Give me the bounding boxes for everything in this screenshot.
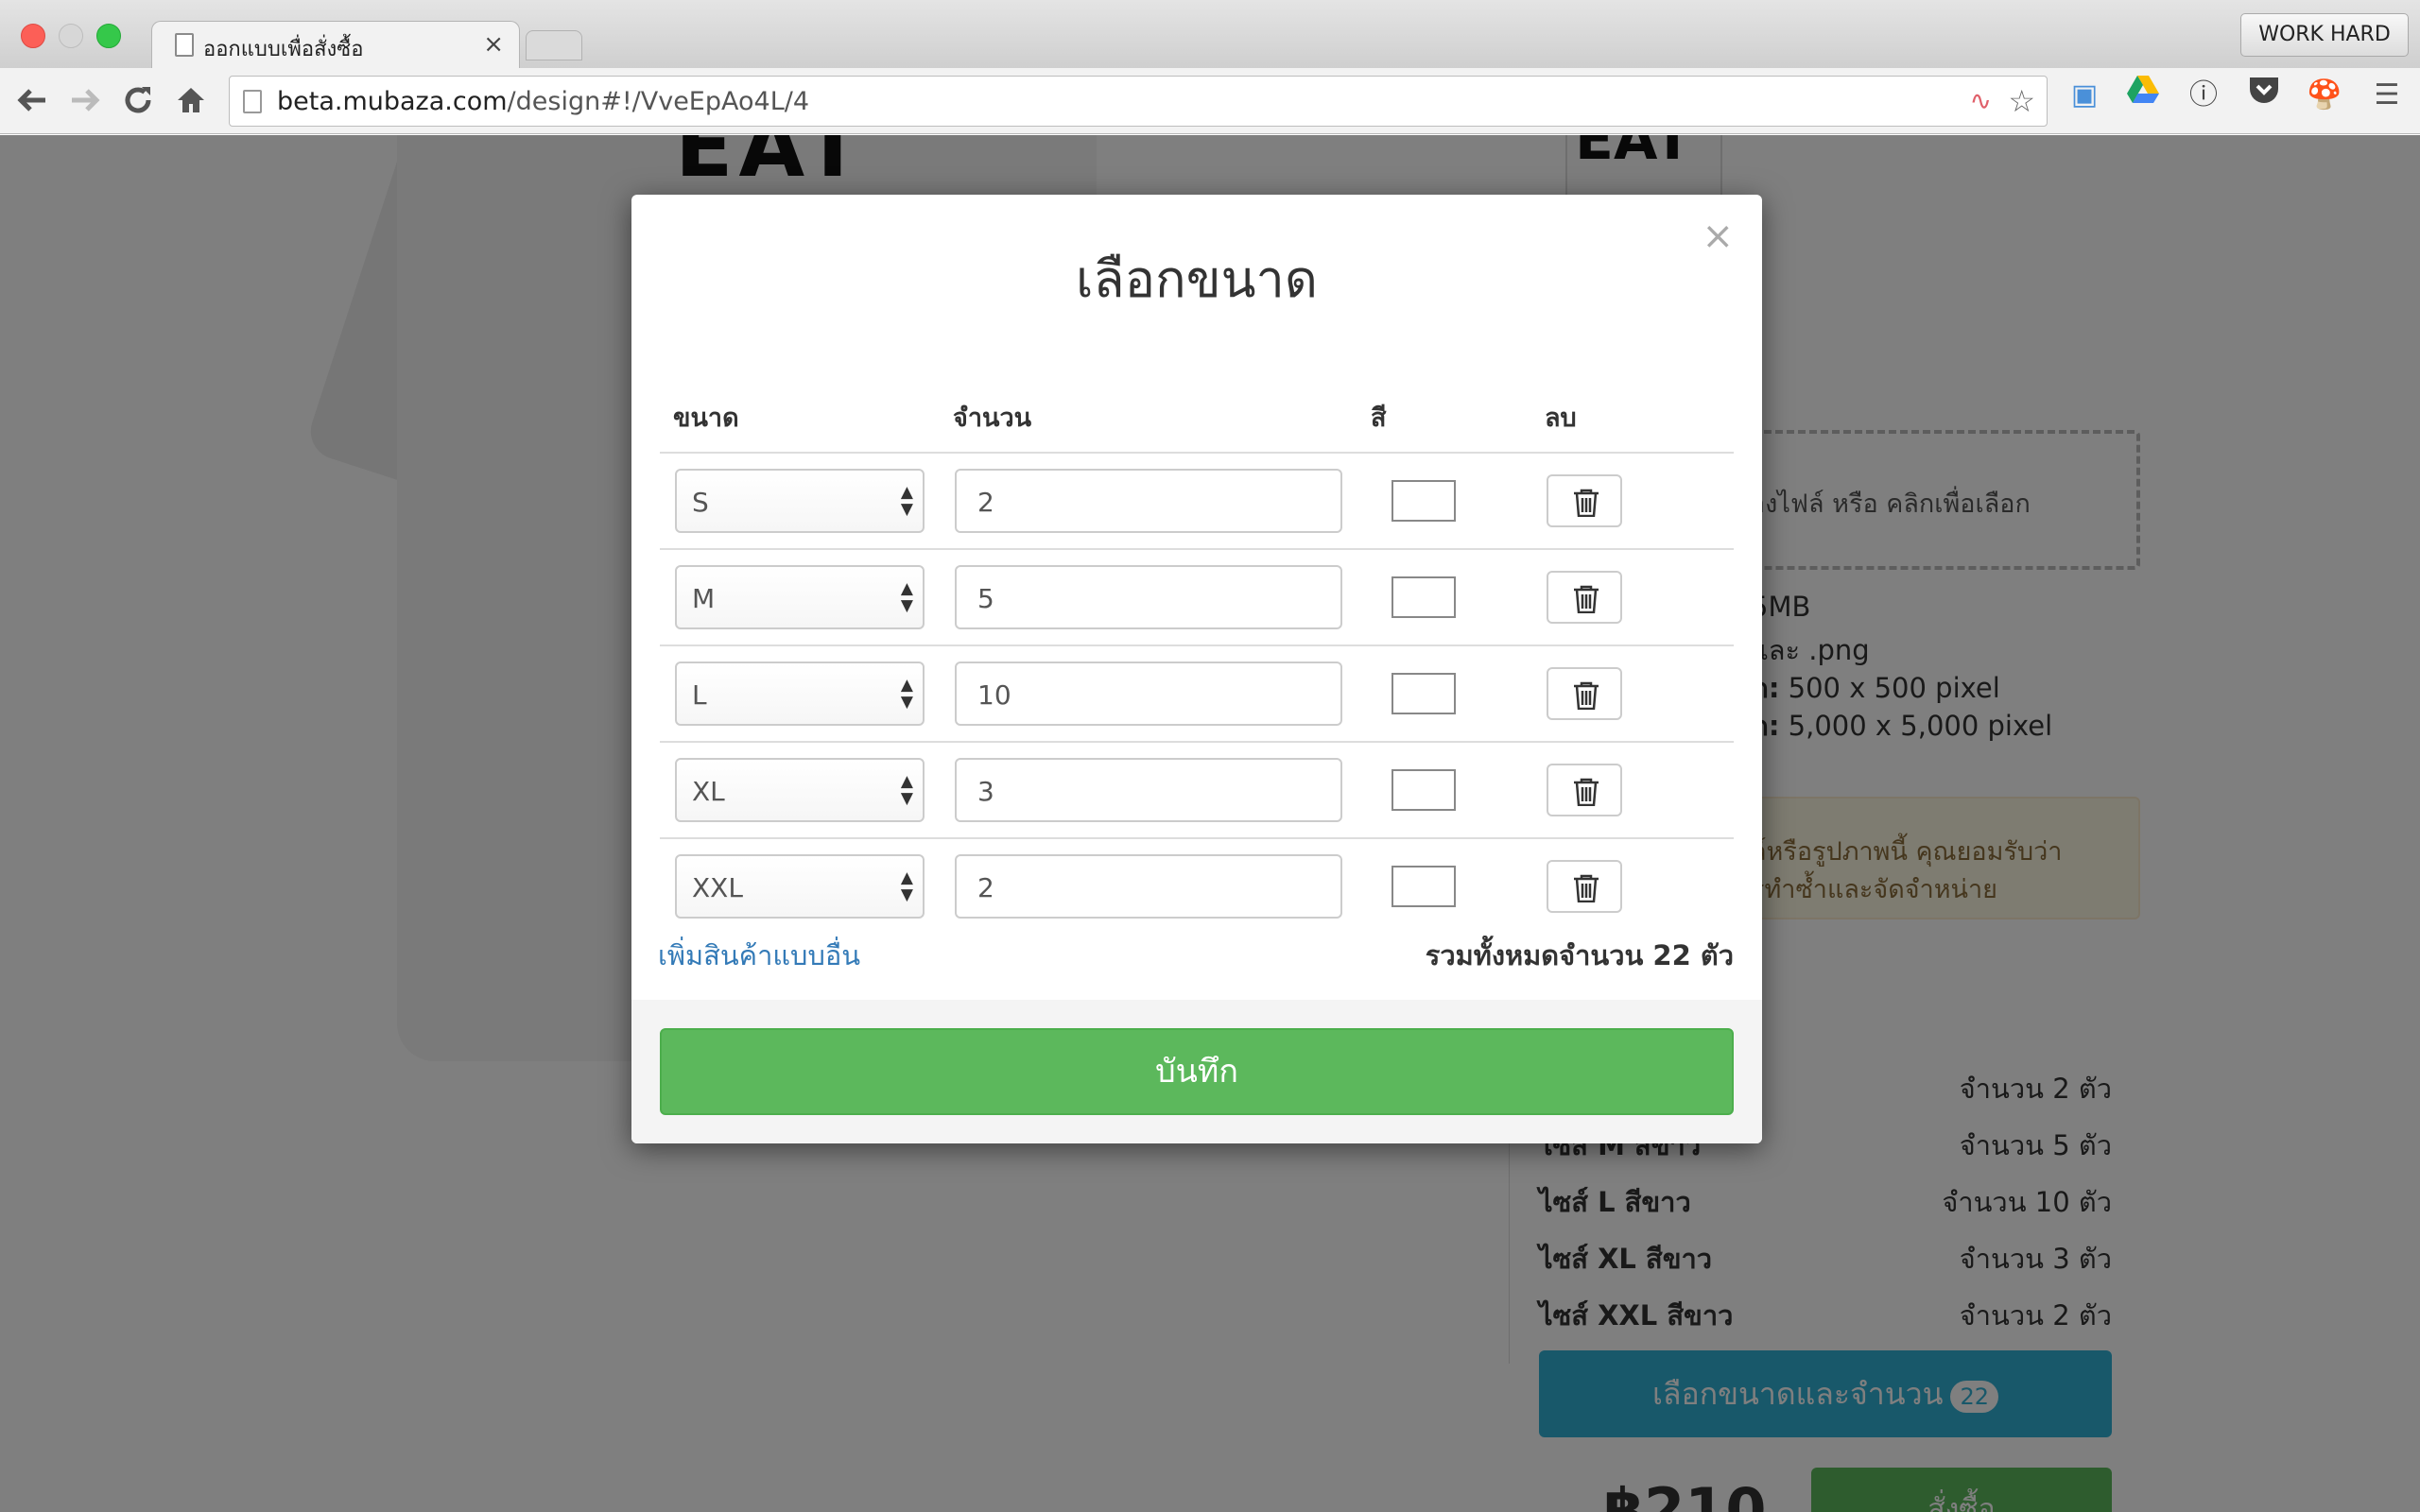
size-modal: เลือกขนาด × ขนาด จำนวน สี ลบ S ▲ ▼ 2 M ▲ ▼… [631, 195, 1762, 1143]
size-value: XXL [692, 872, 743, 903]
extension-icon[interactable]: ∿ [1970, 86, 1992, 116]
delete-button[interactable] [1547, 474, 1622, 527]
home-icon[interactable] [172, 81, 210, 119]
profile-button[interactable]: WORK HARD [2240, 13, 2409, 57]
quantity-input[interactable]: 2 [955, 854, 1342, 919]
page-icon [175, 33, 194, 57]
info-extension-icon[interactable]: ⓘ [2184, 76, 2223, 115]
quantity-value: 10 [977, 679, 1011, 711]
size-select[interactable]: XL ▲ ▼ [675, 758, 925, 822]
drive-icon[interactable] [2123, 76, 2163, 115]
table-row: L ▲ ▼ 10 [660, 644, 1734, 741]
quantity-value: 5 [977, 583, 994, 614]
window-minimize-button[interactable] [59, 24, 83, 48]
chevron-updown-icon: ▲ ▼ [900, 676, 913, 712]
table-row: XXL ▲ ▼ 2 [660, 837, 1734, 934]
trash-icon [1574, 778, 1599, 806]
color-swatch[interactable] [1392, 480, 1456, 522]
new-tab-button[interactable] [526, 30, 582, 60]
cast-icon[interactable]: ▣ [2065, 76, 2104, 115]
chevron-updown-icon: ▲ ▼ [900, 483, 913, 519]
quantity-input[interactable]: 5 [955, 565, 1342, 629]
address-bar[interactable]: beta.mubaza.com/design#!/VveEpAo4L/4 ∿ ☆ [229, 76, 2048, 127]
quantity-value: 2 [977, 872, 994, 903]
back-arrow-icon[interactable] [13, 81, 51, 119]
table-row: XL ▲ ▼ 3 [660, 741, 1734, 837]
url-text[interactable]: beta.mubaza.com/design#!/VveEpAo4L/4 [277, 87, 809, 116]
quantity-input[interactable]: 3 [955, 758, 1342, 822]
browser-tab[interactable]: ออกแบบเพื่อสั่งซื้อ × [151, 21, 520, 68]
trash-icon [1574, 585, 1599, 613]
reload-icon[interactable] [119, 81, 157, 119]
color-swatch[interactable] [1392, 673, 1456, 714]
size-select[interactable]: M ▲ ▼ [675, 565, 925, 629]
header-size: ขนาด [673, 404, 739, 433]
total-quantity: รวมทั้งหมดจำนวน 22 ตัว [1425, 939, 1734, 971]
tab-title: ออกแบบเพื่อสั่งซื้อ [203, 38, 364, 61]
size-select[interactable]: L ▲ ▼ [675, 662, 925, 726]
window-close-button[interactable] [21, 24, 45, 48]
color-swatch[interactable] [1392, 866, 1456, 907]
trash-icon [1574, 681, 1599, 710]
size-select[interactable]: XXL ▲ ▼ [675, 854, 925, 919]
quantity-input[interactable]: 10 [955, 662, 1342, 726]
header-quantity: จำนวน [953, 404, 1032, 433]
star-icon[interactable]: ☆ [2008, 86, 2035, 116]
menu-icon[interactable]: ☰ [2367, 76, 2407, 115]
page-icon [243, 90, 262, 113]
table-row: M ▲ ▼ 5 [660, 548, 1734, 644]
add-product-link[interactable]: เพิ่มสินค้าแบบอื่น [658, 934, 860, 977]
browser-toolbar: beta.mubaza.com/design#!/VveEpAo4L/4 ∿ ☆ [0, 68, 2420, 134]
modal-title: เลือกขนาด [1076, 249, 1318, 309]
table-row: S ▲ ▼ 2 [660, 452, 1734, 548]
chevron-updown-icon: ▲ ▼ [900, 772, 913, 808]
browser-titlebar: ออกแบบเพื่อสั่งซื้อ × WORK HARD [0, 0, 2420, 68]
close-icon[interactable]: × [1702, 217, 1734, 255]
quantity-value: 2 [977, 487, 994, 518]
delete-button[interactable] [1547, 667, 1622, 720]
delete-button[interactable] [1547, 764, 1622, 816]
color-swatch[interactable] [1392, 769, 1456, 811]
size-select[interactable]: S ▲ ▼ [675, 469, 925, 533]
delete-button[interactable] [1547, 571, 1622, 624]
delete-button[interactable] [1547, 860, 1622, 913]
chevron-updown-icon: ▲ ▼ [900, 579, 913, 615]
quantity-input[interactable]: 2 [955, 469, 1342, 533]
mushroom-extension-icon[interactable]: 🍄 [2305, 76, 2344, 115]
size-value: L [692, 679, 707, 711]
color-swatch[interactable] [1392, 576, 1456, 618]
header-delete: ลบ [1545, 404, 1577, 433]
header-color: สี [1371, 404, 1387, 433]
trash-icon [1574, 489, 1599, 517]
trash-icon [1574, 874, 1599, 902]
size-value: S [692, 487, 709, 518]
url-domain: beta.mubaza.com [277, 87, 508, 116]
forward-arrow-icon[interactable] [66, 81, 104, 119]
save-button[interactable]: บันทึก [660, 1028, 1734, 1115]
tab-close-button[interactable]: × [483, 30, 504, 59]
window-maximize-button[interactable] [96, 24, 121, 48]
modal-footer: บันทึก [631, 1000, 1762, 1143]
quantity-value: 3 [977, 776, 994, 807]
pocket-icon[interactable] [2244, 76, 2284, 115]
size-value: M [692, 583, 716, 614]
chevron-updown-icon: ▲ ▼ [900, 868, 913, 904]
size-value: XL [692, 776, 725, 807]
url-path: /design#!/VveEpAo4L/4 [507, 87, 810, 116]
